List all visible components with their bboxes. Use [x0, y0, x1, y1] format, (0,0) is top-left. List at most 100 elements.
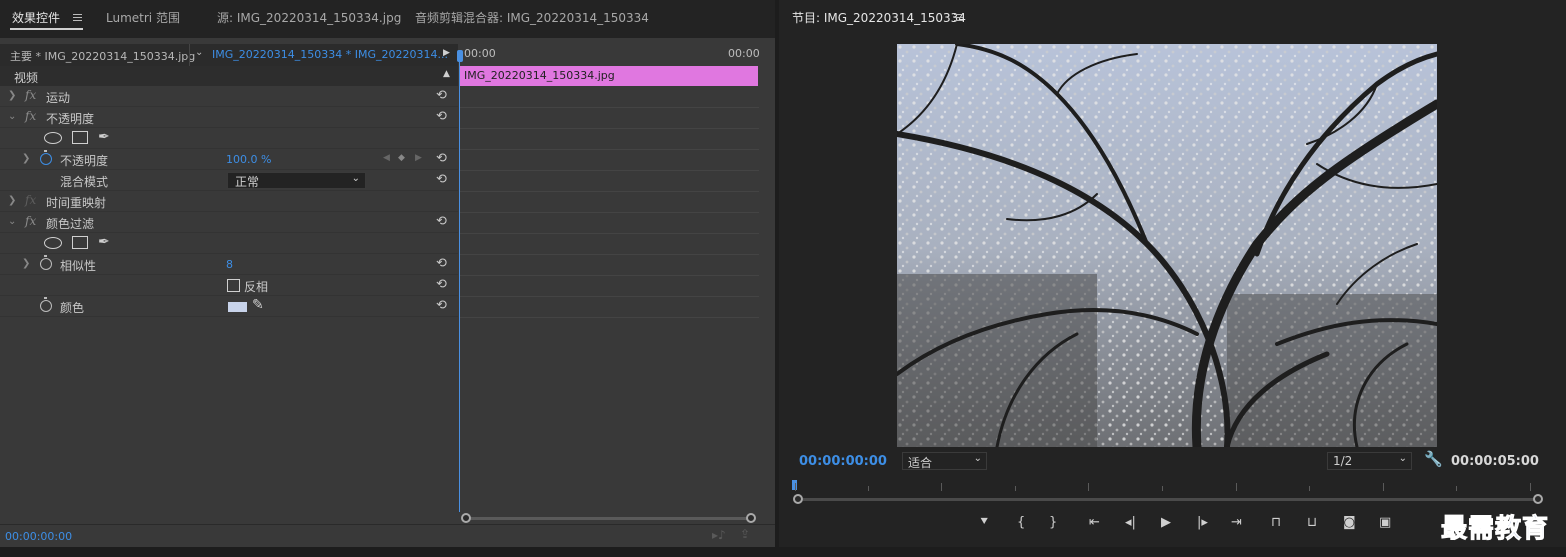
blend-mode-value: 正常 [235, 175, 260, 189]
collapse-up-icon[interactable]: ▲ [443, 69, 450, 79]
prev-keyframe-icon[interactable]: ◀ [383, 153, 390, 163]
rectangle-mask-icon[interactable] [72, 131, 88, 144]
color-swatch[interactable] [228, 302, 247, 312]
effect-row-time-remap[interactable]: ❯ fx 时间重映射 [0, 191, 458, 212]
fit-value: 适合 [908, 456, 933, 470]
panel-menu-icon[interactable] [954, 14, 963, 21]
reset-icon[interactable]: ⟲ [436, 214, 447, 229]
wrench-icon[interactable]: 🔧 [1424, 450, 1443, 468]
zoom-handle-left[interactable] [793, 494, 803, 504]
tab-audio-clip-mixer[interactable]: 音频剪辑混合器: IMG_20220314_150334 [415, 9, 649, 26]
reset-icon[interactable]: ⟲ [436, 172, 447, 187]
active-tab-underline [10, 28, 83, 30]
reset-icon[interactable]: ⟲ [436, 277, 447, 292]
divider [459, 149, 759, 150]
opacity-label: 不透明度 [60, 154, 109, 168]
mark-in-icon[interactable]: { [1017, 515, 1025, 530]
effect-row-color-filter[interactable]: ⌄ fx 颜色过滤 ⟲ [0, 212, 458, 233]
chevron-down-icon[interactable]: ⌄ [195, 47, 203, 58]
mark-out-icon[interactable]: } [1049, 515, 1057, 530]
marker-icon[interactable]: ⯆ [979, 515, 989, 530]
playhead-handle[interactable] [457, 50, 463, 62]
tab-lumetri-scopes[interactable]: Lumetri 范围 [106, 9, 180, 26]
fx-icon[interactable]: fx [25, 109, 36, 123]
eyedropper-icon[interactable]: ✎ [252, 297, 264, 313]
blend-mode-label: 混合模式 [60, 175, 109, 189]
stopwatch-icon[interactable] [40, 297, 52, 312]
sequence-clip-label[interactable]: IMG_20220314_150334 * IMG_20220314... [212, 48, 448, 61]
reset-icon[interactable]: ⟲ [436, 151, 447, 166]
fx-icon[interactable]: fx [25, 214, 36, 228]
play-triangle-icon[interactable]: ▶ [443, 48, 450, 58]
next-keyframe-icon[interactable]: ▶ [415, 153, 422, 163]
current-time[interactable]: 00:00:00:00 [5, 530, 72, 543]
step-forward-icon[interactable]: |▸ [1197, 515, 1208, 530]
chevron-right-icon[interactable]: ❯ [8, 195, 16, 206]
ellipse-mask-icon[interactable] [44, 237, 62, 249]
tab-source[interactable]: 源: IMG_20220314_150334.jpg [217, 9, 401, 26]
timeline-zoom-scrollbar[interactable] [467, 517, 750, 520]
audio-scrub-icon[interactable]: ▸♪ [712, 528, 726, 542]
panel-menu-icon[interactable] [73, 14, 82, 21]
divider [459, 296, 759, 297]
lift-icon[interactable]: ⊓ [1271, 515, 1281, 530]
reset-icon[interactable]: ⟲ [436, 256, 447, 271]
invert-checkbox[interactable] [227, 279, 240, 292]
fx-icon[interactable]: fx [25, 88, 36, 102]
divider [459, 107, 759, 108]
zoom-handle-left[interactable] [461, 513, 471, 523]
go-to-in-icon[interactable]: ⇤ [1089, 515, 1100, 530]
stopwatch-icon[interactable] [40, 150, 52, 165]
clip-selector-bar: 主要 * IMG_20220314_150334.jpg ⌄ IMG_20220… [0, 44, 458, 66]
reset-icon[interactable]: ⟲ [436, 109, 447, 124]
divider [189, 44, 190, 66]
invert-row: 反相 ⟲ [0, 275, 458, 296]
program-current-time[interactable]: 00:00:00:00 [799, 454, 887, 469]
master-clip-label[interactable]: 主要 * IMG_20220314_150334.jpg [10, 48, 195, 64]
step-back-icon[interactable]: ◂| [1125, 515, 1136, 530]
playhead[interactable] [459, 52, 460, 512]
similarity-value[interactable]: 8 [226, 258, 233, 271]
rectangle-mask-icon[interactable] [72, 236, 88, 249]
export-frame-icon[interactable]: ◙ [1343, 515, 1356, 530]
timeline-end-time: 00:00 [728, 47, 760, 60]
chevron-right-icon[interactable]: ❯ [8, 90, 16, 101]
chevron-right-icon[interactable]: ❯ [22, 153, 30, 164]
opacity-value[interactable]: 100.0 % [226, 153, 271, 166]
add-keyframe-icon[interactable]: ◆ [398, 153, 405, 163]
export-icon[interactable]: ⇪ [740, 527, 750, 541]
tab-effect-controls[interactable]: 效果控件 [12, 9, 60, 26]
extract-icon[interactable]: ⊔ [1307, 515, 1317, 530]
play-icon[interactable]: ▶ [1161, 515, 1171, 530]
invert-label: 反相 [244, 280, 269, 294]
chevron-down-icon[interactable]: ⌄ [8, 216, 16, 227]
pen-mask-icon[interactable]: ✒ [98, 129, 110, 145]
blend-mode-select[interactable]: 正常 ⌄ [227, 172, 366, 189]
similarity-label: 相似性 [60, 259, 97, 273]
chevron-right-icon[interactable]: ❯ [22, 258, 30, 269]
reset-icon[interactable]: ⟲ [436, 298, 447, 313]
zoom-scrollbar[interactable] [803, 498, 1538, 501]
ellipse-mask-icon[interactable] [44, 132, 62, 144]
effect-row-opacity[interactable]: ⌄ fx 不透明度 ⟲ [0, 107, 458, 128]
divider [0, 524, 775, 525]
zoom-handle-right[interactable] [1533, 494, 1543, 504]
bottom-panel-strip [0, 547, 1566, 557]
effect-row-motion[interactable]: ❯ fx 运动 ⟲ [0, 86, 458, 107]
mask-tools-row: ✒ [0, 233, 458, 254]
color-row: 颜色 ✎ ⟲ [0, 296, 458, 317]
pen-mask-icon[interactable]: ✒ [98, 234, 110, 250]
chevron-down-icon[interactable]: ⌄ [8, 111, 16, 122]
program-monitor-title[interactable]: 节目: IMG_20220314_150334 [792, 9, 966, 26]
reset-icon[interactable]: ⟲ [436, 88, 447, 103]
stopwatch-icon[interactable] [40, 255, 52, 270]
zoom-handle-right[interactable] [746, 513, 756, 523]
fit-select[interactable]: 适合 ⌄ [902, 452, 987, 470]
compare-view-icon[interactable]: ▣ [1379, 515, 1391, 530]
timeline-clip[interactable]: IMG_20220314_150334.jpg [460, 66, 758, 86]
go-to-out-icon[interactable]: ⇥ [1231, 515, 1242, 530]
resolution-value: 1/2 [1333, 454, 1353, 468]
divider [459, 212, 759, 213]
effect-name: 运动 [46, 91, 71, 105]
resolution-select[interactable]: 1/2 ⌄ [1327, 452, 1412, 470]
